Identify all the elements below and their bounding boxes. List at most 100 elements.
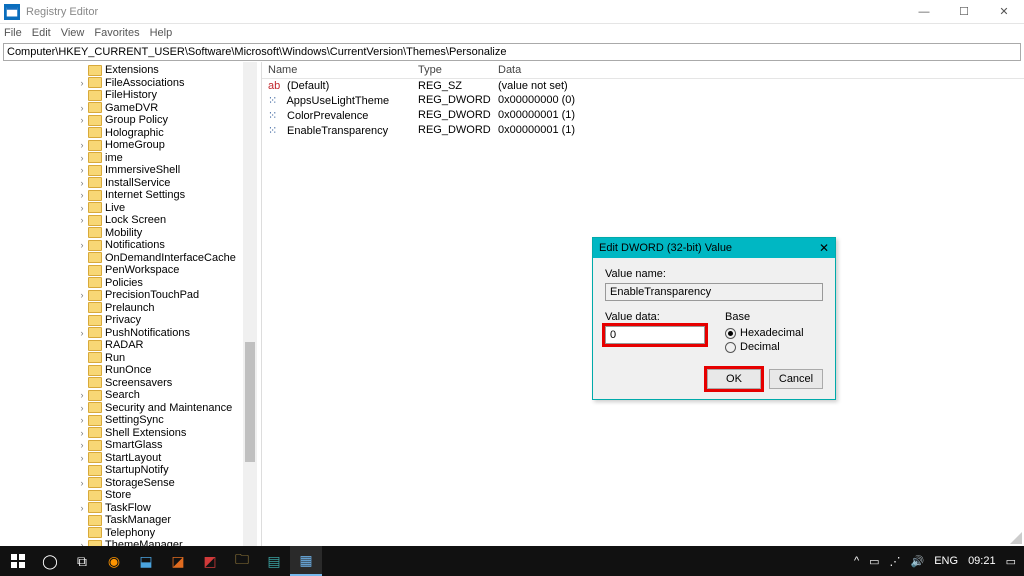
chevron-icon[interactable]: › bbox=[76, 502, 88, 515]
tree-item[interactable]: ›Shell Extensions bbox=[6, 427, 261, 440]
resize-grip-icon[interactable] bbox=[1008, 530, 1022, 544]
tree-item[interactable]: ›SmartGlass bbox=[6, 439, 261, 452]
chevron-icon[interactable]: › bbox=[76, 164, 88, 177]
chevron-icon[interactable]: › bbox=[76, 439, 88, 452]
tree-item[interactable]: ›Notifications bbox=[6, 239, 261, 252]
value-row[interactable]: ⁙ AppsUseLightThemeREG_DWORD0x00000000 (… bbox=[262, 93, 1024, 108]
taskbar-app-orange[interactable]: ◪ bbox=[162, 546, 194, 576]
col-name[interactable]: Name bbox=[262, 62, 412, 78]
tray-notifications-icon[interactable]: ▭ bbox=[1006, 555, 1016, 568]
tree-item[interactable]: RunOnce bbox=[6, 364, 261, 377]
menu-file[interactable]: File bbox=[4, 27, 22, 39]
start-button[interactable] bbox=[2, 546, 34, 576]
tree-item[interactable]: Telephony bbox=[6, 527, 261, 540]
scrollbar-thumb[interactable] bbox=[245, 342, 255, 462]
value-data-field[interactable]: 0 bbox=[605, 326, 705, 344]
tree-item[interactable]: ›Lock Screen bbox=[6, 214, 261, 227]
tray-language[interactable]: ENG bbox=[934, 555, 958, 567]
menu-edit[interactable]: Edit bbox=[32, 27, 51, 39]
radio-dec[interactable]: Decimal bbox=[725, 341, 823, 353]
taskbar-app-red[interactable]: ◩ bbox=[194, 546, 226, 576]
menu-help[interactable]: Help bbox=[150, 27, 173, 39]
tree-item[interactable]: ›StartLayout bbox=[6, 452, 261, 465]
tree-item[interactable]: ›GameDVR bbox=[6, 102, 261, 115]
tree-item[interactable]: Extensions bbox=[6, 64, 261, 77]
chevron-icon[interactable]: › bbox=[76, 402, 88, 415]
radio-hex[interactable]: Hexadecimal bbox=[725, 327, 823, 339]
address-bar[interactable]: Computer\HKEY_CURRENT_USER\Software\Micr… bbox=[3, 43, 1021, 61]
tree-item[interactable]: ›PushNotifications bbox=[6, 327, 261, 340]
ok-button[interactable]: OK bbox=[707, 369, 761, 389]
tray-wifi-icon[interactable]: ⋰ bbox=[890, 555, 901, 568]
tree-item[interactable]: ›HomeGroup bbox=[6, 139, 261, 152]
chevron-icon[interactable]: › bbox=[76, 189, 88, 202]
tray-battery-icon[interactable]: ▭ bbox=[869, 555, 879, 568]
tree-pane[interactable]: Extensions›FileAssociationsFileHistory›G… bbox=[0, 62, 262, 546]
value-row[interactable]: ab (Default)REG_SZ(value not set) bbox=[262, 79, 1024, 93]
tree-item[interactable]: ›FileAssociations bbox=[6, 77, 261, 90]
tree-item[interactable]: ›TaskFlow bbox=[6, 502, 261, 515]
dialog-close-icon[interactable]: ✕ bbox=[819, 241, 829, 255]
tree-item[interactable]: TaskManager bbox=[6, 514, 261, 527]
tree-item[interactable]: ›Internet Settings bbox=[6, 189, 261, 202]
value-row[interactable]: ⁙ EnableTransparencyREG_DWORD0x00000001 … bbox=[262, 123, 1024, 138]
col-type[interactable]: Type bbox=[412, 62, 492, 78]
menu-view[interactable]: View bbox=[61, 27, 85, 39]
tree-item[interactable]: FileHistory bbox=[6, 89, 261, 102]
chevron-icon[interactable]: › bbox=[76, 239, 88, 252]
tree-item[interactable]: ›Group Policy bbox=[6, 114, 261, 127]
col-data[interactable]: Data bbox=[492, 62, 1024, 78]
tree-item[interactable]: Prelaunch bbox=[6, 302, 261, 315]
tree-item[interactable]: ›ThemeManager bbox=[6, 539, 261, 546]
maximize-button[interactable]: ☐ bbox=[944, 1, 984, 23]
tree-item[interactable]: Store bbox=[6, 489, 261, 502]
chevron-icon[interactable]: › bbox=[76, 539, 88, 546]
taskbar-file-explorer[interactable]: 🗀 bbox=[226, 546, 258, 576]
tree-item[interactable]: ›InstallService bbox=[6, 177, 261, 190]
chevron-icon[interactable]: › bbox=[76, 202, 88, 215]
tree-item[interactable]: ›SettingSync bbox=[6, 414, 261, 427]
tree-item[interactable]: Policies bbox=[6, 277, 261, 290]
tree-item[interactable]: ›Live bbox=[6, 202, 261, 215]
tree-item[interactable]: Screensavers bbox=[6, 377, 261, 390]
tree-item[interactable]: ›ImmersiveShell bbox=[6, 164, 261, 177]
tree-item[interactable]: ›PrecisionTouchPad bbox=[6, 289, 261, 302]
cancel-button[interactable]: Cancel bbox=[769, 369, 823, 389]
task-view-icon[interactable]: ⧉ bbox=[66, 546, 98, 576]
chevron-icon[interactable]: › bbox=[76, 102, 88, 115]
chevron-icon[interactable]: › bbox=[76, 152, 88, 165]
chevron-icon[interactable]: › bbox=[76, 414, 88, 427]
tray-clock[interactable]: 09:21 bbox=[968, 556, 996, 567]
tree-item[interactable]: Privacy bbox=[6, 314, 261, 327]
search-icon[interactable]: ◯ bbox=[34, 546, 66, 576]
menu-favorites[interactable]: Favorites bbox=[94, 27, 139, 39]
chevron-icon[interactable]: › bbox=[76, 77, 88, 90]
tray-sound-icon[interactable]: 🔊 bbox=[911, 555, 925, 568]
chevron-icon[interactable]: › bbox=[76, 427, 88, 440]
tree-item[interactable]: Holographic bbox=[6, 127, 261, 140]
tree-item[interactable]: OnDemandInterfaceCache bbox=[6, 252, 261, 265]
tree-item[interactable]: Run bbox=[6, 352, 261, 365]
values-pane[interactable]: Name Type Data ab (Default)REG_SZ(value … bbox=[262, 62, 1024, 546]
tree-item[interactable]: ›Search bbox=[6, 389, 261, 402]
chevron-icon[interactable]: › bbox=[76, 177, 88, 190]
chevron-icon[interactable]: › bbox=[76, 477, 88, 490]
tree-scrollbar[interactable] bbox=[243, 62, 257, 546]
chevron-icon[interactable]: › bbox=[76, 114, 88, 127]
taskbar-app-mail[interactable]: ⬓ bbox=[130, 546, 162, 576]
chevron-icon[interactable]: › bbox=[76, 327, 88, 340]
tree-item[interactable]: ›Security and Maintenance bbox=[6, 402, 261, 415]
taskbar-regedit[interactable]: ▦ bbox=[290, 546, 322, 576]
dialog-titlebar[interactable]: Edit DWORD (32-bit) Value ✕ bbox=[593, 238, 835, 258]
chevron-icon[interactable]: › bbox=[76, 139, 88, 152]
taskbar-app-firefox[interactable]: ◉ bbox=[98, 546, 130, 576]
tree-item[interactable]: ›ime bbox=[6, 152, 261, 165]
chevron-icon[interactable]: › bbox=[76, 452, 88, 465]
tree-item[interactable]: RADAR bbox=[6, 339, 261, 352]
tree-item[interactable]: ›StorageSense bbox=[6, 477, 261, 490]
tree-item[interactable]: StartupNotify bbox=[6, 464, 261, 477]
tree-item[interactable]: Mobility bbox=[6, 227, 261, 240]
value-row[interactable]: ⁙ ColorPrevalenceREG_DWORD0x00000001 (1) bbox=[262, 108, 1024, 123]
taskbar[interactable]: ◯ ⧉ ◉ ⬓ ◪ ◩ 🗀 ▤ ▦ ^ ▭ ⋰ 🔊 ENG 09:21 ▭ bbox=[0, 546, 1024, 576]
chevron-icon[interactable]: › bbox=[76, 289, 88, 302]
